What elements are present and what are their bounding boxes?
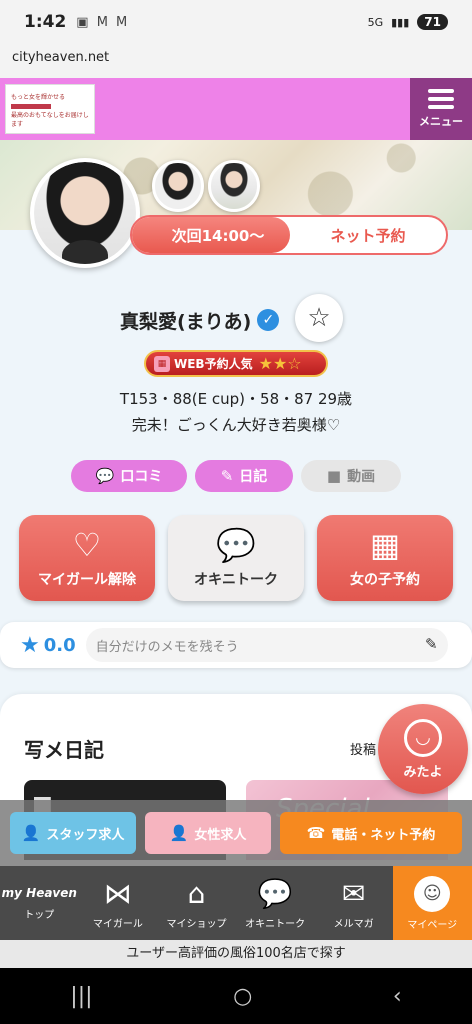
memo-input[interactable]: 自分だけのメモを残そう ✎ bbox=[85, 628, 448, 662]
video-chip[interactable]: ■ 動画 bbox=[301, 460, 401, 492]
mygirl-label: マイガール解除 bbox=[38, 572, 136, 588]
diary-label: 日記 bbox=[239, 469, 268, 485]
tab-label: マイショップ bbox=[166, 918, 227, 930]
notification-icons: ▣ M M bbox=[76, 14, 130, 30]
bottom-tab-bar: my Heaven トップ ⋈ マイガール ⌂ マイショップ 💬 オキニトーク … bbox=[0, 866, 472, 940]
profile-thumbnail-2[interactable] bbox=[208, 160, 260, 212]
recent-apps-icon[interactable]: ||| bbox=[70, 984, 92, 1009]
next-time-button[interactable]: 次回14:00〜 bbox=[132, 217, 290, 253]
tab-mypage[interactable]: ☺ マイページ bbox=[392, 866, 472, 940]
url-bar[interactable]: cityheaven.net bbox=[0, 44, 472, 78]
rating-star-icon: ★ bbox=[20, 632, 40, 658]
status-time: 1:42 bbox=[24, 12, 67, 32]
favorite-star-button[interactable]: ☆ bbox=[295, 294, 343, 342]
shop-icon: ⌂ bbox=[187, 876, 206, 910]
video-camera-icon: ■ bbox=[326, 467, 342, 485]
tel-reserve-label: 電話・ネット予約 bbox=[331, 827, 436, 843]
staff-recruit-label: スタッフ求人 bbox=[46, 827, 125, 843]
okini-label: オキニトーク bbox=[194, 572, 278, 588]
recruit-bar: 👤 スタッフ求人 👤 女性求人 ☎ 電話・ネット予約 bbox=[0, 800, 472, 866]
tab-mailmag[interactable]: ✉ メルマガ bbox=[314, 866, 393, 940]
review-label: 口コミ bbox=[120, 469, 163, 485]
user-avatar-icon: ☺ bbox=[414, 875, 451, 912]
menu-button[interactable]: メニュー bbox=[410, 78, 472, 140]
diary-post-link[interactable]: 投稿 bbox=[350, 739, 376, 758]
review-chip[interactable]: 💬 口コミ bbox=[71, 460, 187, 492]
hamburger-icon bbox=[428, 89, 454, 109]
tel-reserve-button[interactable]: ☎ 電話・ネット予約 bbox=[280, 812, 462, 854]
memo-placeholder: 自分だけのメモを残そう bbox=[95, 639, 239, 655]
person-icon: 👤 bbox=[21, 824, 41, 842]
ribbon-icon: ⋈ bbox=[103, 876, 132, 910]
mygirl-remove-button[interactable]: ♡ マイガール解除 bbox=[19, 515, 155, 601]
smile-icon: ◡ bbox=[404, 718, 442, 757]
chat-icon: 💬 bbox=[257, 876, 293, 910]
edit-icon: ✎ bbox=[220, 467, 234, 485]
tab-label: マイページ bbox=[407, 919, 458, 931]
tab-mygirl[interactable]: ⋈ マイガール bbox=[79, 866, 158, 940]
promo-banner[interactable]: ユーザー高評価の風俗100名店で探す bbox=[0, 940, 472, 968]
status-bar: 1:42 ▣ M M 5G ▮▮▮ 71 bbox=[0, 0, 472, 44]
star-outline-icon: ☆ bbox=[307, 303, 331, 333]
android-nav-bar: ||| ○ ‹ bbox=[0, 968, 472, 1024]
mail-icon: ✉ bbox=[341, 876, 366, 910]
url-text: cityheaven.net bbox=[12, 50, 110, 65]
mitayo-button[interactable]: ◡ みたよ bbox=[378, 704, 468, 794]
profile-name-row: 真梨愛(まりあ) ✓ bbox=[120, 300, 280, 340]
web-reserve-badge: ▦ WEB予約人気 ★★☆ bbox=[144, 350, 328, 377]
tab-label: トップ bbox=[24, 909, 55, 921]
profile-thumbnail-1[interactable] bbox=[152, 160, 204, 212]
staff-recruit-button[interactable]: 👤 スタッフ求人 bbox=[10, 812, 136, 854]
speech-bubbles-icon: 💬 bbox=[216, 526, 256, 564]
battery-icon: 71 bbox=[417, 14, 448, 30]
status-indicators: 5G ▮▮▮ 71 bbox=[368, 14, 448, 30]
net-reserve-button[interactable]: ネット予約 bbox=[290, 217, 446, 253]
girl-reserve-button[interactable]: ▦ 女の子予約 bbox=[317, 515, 453, 601]
tab-myshop[interactable]: ⌂ マイショップ bbox=[157, 866, 236, 940]
pencil-icon: ✎ bbox=[425, 635, 438, 653]
profile-name: 真梨愛(まりあ) bbox=[120, 310, 252, 333]
person-icon: 👤 bbox=[169, 824, 189, 842]
memo-bar: ★ 0.0 自分だけのメモを残そう ✎ bbox=[0, 622, 472, 668]
phone-icon: ☎ bbox=[306, 824, 326, 842]
menu-label: メニュー bbox=[419, 115, 463, 128]
profile-avatar[interactable] bbox=[30, 158, 140, 268]
female-recruit-button[interactable]: 👤 女性求人 bbox=[145, 812, 271, 854]
heart-icon: ♡ bbox=[72, 526, 102, 564]
home-icon[interactable]: ○ bbox=[233, 984, 252, 1009]
verified-icon: ✓ bbox=[257, 309, 280, 331]
profile-spec: T153・88(E cup)・58・87 29歳 bbox=[119, 390, 353, 408]
memo-score: 0.0 bbox=[43, 634, 76, 656]
tab-top[interactable]: my Heaven トップ bbox=[0, 866, 79, 940]
signal-icon: ▮▮▮ bbox=[391, 15, 410, 29]
calendar-badge-icon: ▦ bbox=[154, 355, 170, 372]
logo-line1: もっと女を輝かせる bbox=[11, 94, 66, 101]
site-logo[interactable]: もっと女を輝かせる 最高のおもてなしをお届けします bbox=[5, 84, 95, 134]
diary-title: 写メ日記 bbox=[24, 738, 104, 762]
female-recruit-label: 女性求人 bbox=[194, 827, 247, 843]
network-type: 5G bbox=[367, 15, 384, 29]
rating-stars: ★★☆ bbox=[258, 354, 302, 373]
okini-talk-button[interactable]: 💬 オキニトーク bbox=[168, 515, 304, 601]
logo-bar bbox=[11, 104, 51, 109]
site-header: もっと女を輝かせる 最高のおもてなしをお届けします メニュー bbox=[0, 78, 472, 140]
video-label: 動画 bbox=[347, 469, 376, 485]
logo-line2: 最高のおもてなしをお届けします bbox=[11, 112, 89, 128]
calendar-icon: ▦ bbox=[369, 526, 401, 564]
reservation-pill: 次回14:00〜 ネット予約 bbox=[130, 215, 448, 255]
tab-label: メルマガ bbox=[333, 918, 374, 930]
mitayo-label: みたよ bbox=[403, 764, 443, 780]
reserve-label: 女の子予約 bbox=[350, 572, 420, 588]
myheaven-logo: my Heaven bbox=[1, 885, 77, 900]
back-icon[interactable]: ‹ bbox=[393, 984, 402, 1009]
web-badge-label: WEB予約人気 bbox=[174, 357, 253, 371]
tab-label: オキニトーク bbox=[245, 918, 306, 930]
profile-catchphrase: 完未！ごっくん大好き若奥様♡ bbox=[131, 416, 341, 434]
tab-label: マイガール bbox=[92, 918, 143, 930]
chat-bubble-icon: 💬 bbox=[95, 467, 115, 485]
tab-okini-talk[interactable]: 💬 オキニトーク bbox=[236, 866, 315, 940]
diary-chip[interactable]: ✎ 日記 bbox=[195, 460, 293, 492]
